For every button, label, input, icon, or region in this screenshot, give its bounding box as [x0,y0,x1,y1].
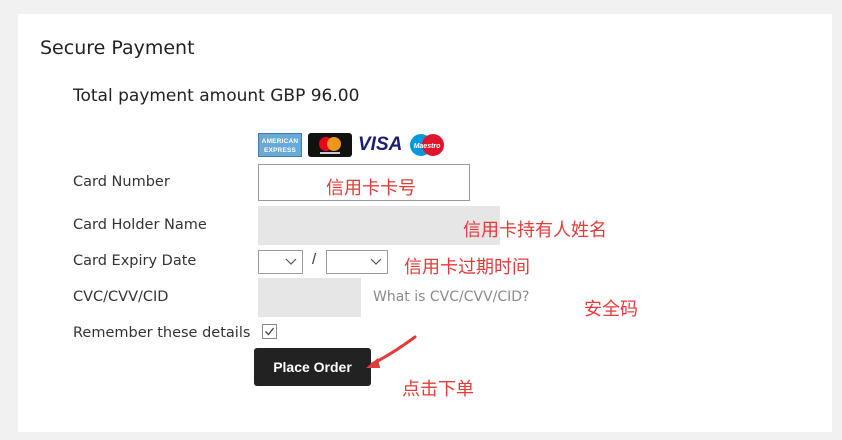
remember-checkbox[interactable] [262,324,277,339]
mastercard-logo [308,133,352,157]
page-title: Secure Payment [40,37,195,59]
cvc-help-link[interactable]: What is CVC/CVV/CID? [373,289,529,305]
expiry-annotation: 信用卡过期时间 [404,257,530,278]
place-order-annotation: 点击下单 [402,379,474,400]
total-payment-amount: Total payment amount GBP 96.00 [73,86,360,106]
expiry-separator: / [312,251,317,268]
amex-logo-text-2: EXPRESS [263,147,297,154]
remember-label: Remember these details [73,325,251,341]
expiry-label: Card Expiry Date [73,253,197,269]
card-number-annotation: 信用卡卡号 [326,178,416,199]
amex-logo: AMERICAN EXPRESS [258,133,302,157]
cvc-label: CVC/CVV/CID [73,289,169,305]
cvc-input[interactable] [258,278,361,317]
maestro-logo-text: Maestro [414,143,442,150]
chevron-down-icon [370,258,382,265]
card-number-label: Card Number [73,174,170,190]
check-icon [265,327,275,336]
amex-logo-text-1: AMERICAN [261,138,299,145]
card-holder-label: Card Holder Name [73,217,207,233]
maestro-logo: Maestro [408,133,446,157]
cvc-annotation: 安全码 [584,299,638,320]
expiry-year-select[interactable] [326,250,388,274]
visa-logo: VISA [358,134,403,155]
place-order-button[interactable]: Place Order [254,348,371,386]
card-holder-annotation: 信用卡持有人姓名 [463,220,607,241]
arrow-icon [366,335,417,368]
card-logos: AMERICAN EXPRESS VISA Maestro [258,132,446,158]
expiry-month-select[interactable] [258,250,303,274]
chevron-down-icon [285,258,297,265]
